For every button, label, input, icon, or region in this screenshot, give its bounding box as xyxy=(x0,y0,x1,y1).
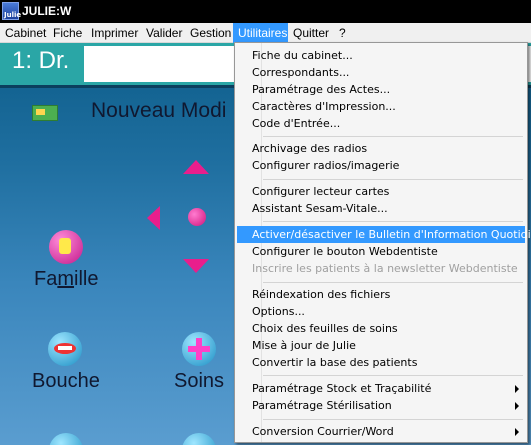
famille-label-part2: ille xyxy=(74,268,99,290)
soins-cross-icon[interactable] xyxy=(182,332,216,366)
module-icon-partial[interactable] xyxy=(49,433,83,445)
menu-separator xyxy=(263,136,523,137)
menuitem-correspondants[interactable]: Correspondants... xyxy=(237,64,525,81)
menuitem-label: Paramétrage Stock et Traçabilité xyxy=(252,382,432,395)
menuitem-feuilles-soins[interactable]: Choix des feuilles de soins xyxy=(237,320,525,337)
menuitem-bulletin-information[interactable]: Activer/désactiver le Bulletin d'Informa… xyxy=(237,226,531,243)
menuitem-configurer-radios[interactable]: Configurer radios/imagerie xyxy=(237,157,525,174)
window-title: JULIE:W xyxy=(22,4,72,18)
submenu-arrow-icon xyxy=(515,385,519,393)
menu-valider[interactable]: Valider xyxy=(141,23,187,43)
menu-separator xyxy=(263,375,523,376)
menuitem-stock-tracabilite[interactable]: Paramétrage Stock et Traçabilité xyxy=(237,380,525,397)
vitale-card-icon[interactable] xyxy=(32,105,58,121)
menuitem-options[interactable]: Options... xyxy=(237,303,525,320)
nav-left-arrow-icon[interactable] xyxy=(147,206,160,230)
famille-label-mnemonic: m xyxy=(57,268,75,290)
menu-separator xyxy=(263,179,523,180)
menuitem-parametrage-actes[interactable]: Paramétrage des Actes... xyxy=(237,81,525,98)
nav-down-arrow-icon[interactable] xyxy=(183,259,209,273)
nouveau-mode-label[interactable]: Nouveau Modi xyxy=(91,99,226,123)
menu-utilitaires[interactable]: Utilitaires xyxy=(233,23,288,43)
bouche-button-label[interactable]: Bouche xyxy=(32,370,100,393)
menuitem-assistant-sesam[interactable]: Assistant Sesam-Vitale... xyxy=(237,200,525,217)
menu-imprimer[interactable]: Imprimer xyxy=(86,23,143,43)
module-icon-partial[interactable] xyxy=(182,433,216,445)
submenu-arrow-icon xyxy=(515,428,519,436)
title-bar: Julie JULIE:W xyxy=(0,0,531,23)
famille-button-label[interactable]: Famille xyxy=(34,268,98,291)
famille-icon[interactable] xyxy=(49,230,83,264)
menuitem-lecteur-cartes[interactable]: Configurer lecteur cartes xyxy=(237,183,525,200)
menuitem-mise-a-jour[interactable]: Mise à jour de Julie xyxy=(237,337,525,354)
utilitaires-dropdown-menu: Fiche du cabinet... Correspondants... Pa… xyxy=(234,42,531,443)
menuitem-bouton-webdentiste[interactable]: Configurer le bouton Webdentiste xyxy=(237,243,525,260)
menu-separator xyxy=(263,282,523,283)
menuitem-newsletter-webdentiste: Inscrire les patients à la newsletter We… xyxy=(252,262,518,275)
menuitem-reindexation[interactable]: Réindexation des fichiers xyxy=(237,286,525,303)
menu-cabinet[interactable]: Cabinet xyxy=(0,23,51,43)
menu-bar: Cabinet Fiche Imprimer Valider Gestion U… xyxy=(0,23,531,43)
menu-separator xyxy=(263,419,523,420)
nav-up-arrow-icon[interactable] xyxy=(183,160,209,174)
menu-help[interactable]: ? xyxy=(334,23,351,43)
menuitem-sterilisation[interactable]: Paramétrage Stérilisation xyxy=(237,397,525,414)
menuitem-label: Paramétrage Stérilisation xyxy=(252,399,392,412)
submenu-arrow-icon xyxy=(515,402,519,410)
menuitem-fiche-cabinet[interactable]: Fiche du cabinet... xyxy=(237,47,525,64)
menuitem-caracteres-impression[interactable]: Caractères d'Impression... xyxy=(237,98,525,115)
patient-header-title: 1: Dr. xyxy=(12,47,70,74)
menu-gestion[interactable]: Gestion xyxy=(185,23,236,43)
julie-app-icon[interactable]: Julie xyxy=(2,2,22,20)
nav-center-dot-icon[interactable] xyxy=(188,208,206,226)
app-icon-label: Julie xyxy=(4,11,22,19)
famille-label-part1: Fa xyxy=(34,268,58,290)
menuitem-archivage-radios[interactable]: Archivage des radios xyxy=(237,140,525,157)
soins-button-label[interactable]: Soins xyxy=(174,370,224,393)
menuitem-label: Conversion Courrier/Word xyxy=(252,425,394,438)
menuitem-convertir-base[interactable]: Convertir la base des patients xyxy=(237,354,525,371)
menu-fiche[interactable]: Fiche xyxy=(48,23,87,43)
menu-separator xyxy=(263,221,523,222)
menu-quitter[interactable]: Quitter xyxy=(288,23,334,43)
bouche-mouth-icon[interactable] xyxy=(48,332,82,366)
menuitem-code-entree[interactable]: Code d'Entrée... xyxy=(237,115,525,132)
menuitem-conversion-courrier[interactable]: Conversion Courrier/Word xyxy=(237,423,525,440)
